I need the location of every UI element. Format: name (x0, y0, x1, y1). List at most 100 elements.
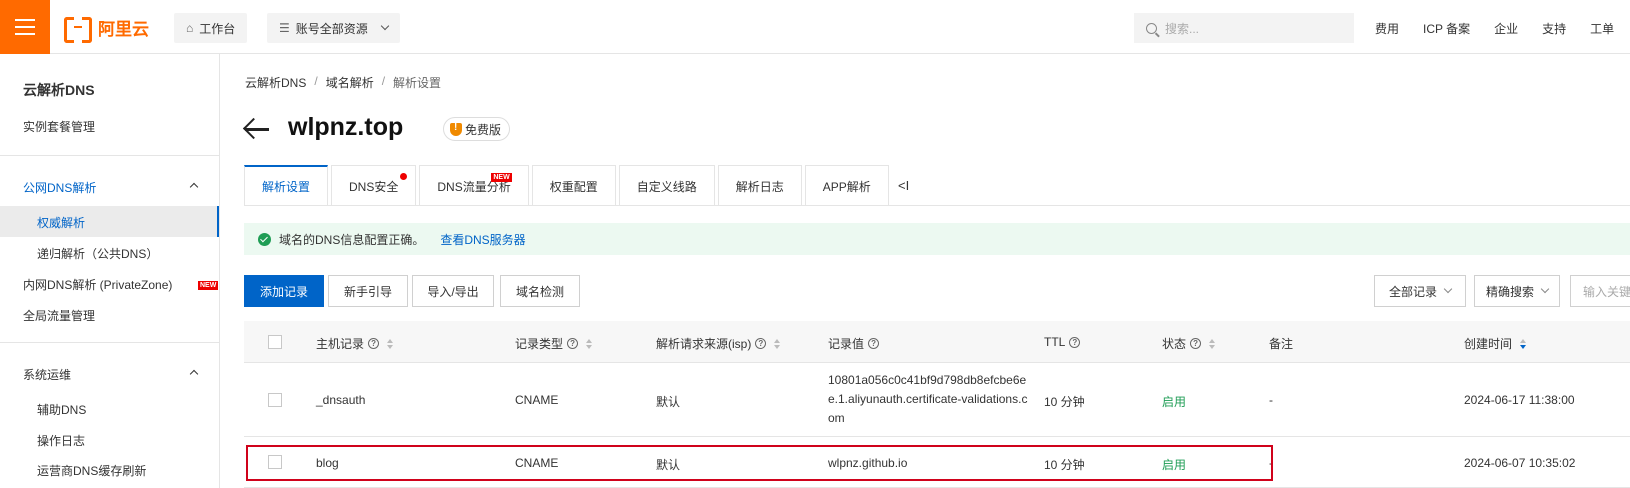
sidebar-group-ops[interactable]: 系统运维 (23, 366, 71, 383)
sidebar-item-isp-refresh[interactable]: 运营商DNS缓存刷新 (37, 462, 146, 479)
th-label: TTL (1044, 335, 1066, 349)
chevron-up-icon[interactable] (189, 182, 199, 192)
th-label: 创建时间 (1464, 337, 1513, 351)
cell-isp: 默认 (656, 458, 681, 472)
workbench-button[interactable]: ⌂ 工作台 (174, 13, 248, 43)
keyword-placeholder: 输入关键 (1583, 284, 1630, 299)
sort-icon[interactable] (586, 338, 593, 349)
check-circle-icon (258, 232, 271, 246)
th-value: 记录值? (828, 335, 880, 352)
tab-dns-traffic[interactable]: DNS流量分析 NEW (419, 165, 529, 206)
help-icon[interactable]: ? (368, 338, 380, 349)
tab-custom-line[interactable]: 自定义线路 (618, 165, 715, 206)
help-icon[interactable]: ? (868, 338, 880, 349)
top-link-ticket[interactable]: 工单 (1590, 20, 1614, 37)
page-title: wlpnz.top (288, 113, 404, 141)
view-dns-servers-link[interactable]: 查看DNS服务器 (440, 231, 525, 248)
th-label: 备注 (1269, 337, 1294, 351)
domain-check-button[interactable]: 域名检测 (500, 275, 580, 307)
cell-type: CNAME (515, 393, 559, 407)
cell-type: CNAME (515, 456, 559, 470)
aliyun-logo[interactable]: 阿里云 (64, 16, 149, 43)
help-icon[interactable]: ? (567, 338, 579, 349)
sidebar-active-highlight (0, 206, 219, 237)
hamburger-menu-icon[interactable] (0, 0, 50, 54)
top-link-enterprise[interactable]: 企业 (1494, 20, 1518, 37)
top-link-billing[interactable]: 费用 (1375, 20, 1399, 37)
sidebar-item-global-traffic[interactable]: 全局流量管理 (23, 307, 95, 324)
back-arrow-icon[interactable] (244, 116, 270, 142)
tab-label: 自定义线路 (636, 179, 697, 194)
sort-icon[interactable] (1520, 338, 1527, 349)
logo-text: 阿里云 (98, 19, 149, 39)
keyword-search-input[interactable]: 输入关键 (1570, 275, 1630, 307)
sidebar-item-private-zone[interactable]: 内网DNS解析 (PrivateZone) (23, 276, 172, 293)
cell-created: 2024-06-07 10:35:02 (1464, 456, 1576, 470)
cell-value: wlpnz.github.io (828, 456, 908, 470)
th-label: 记录值 (828, 337, 865, 351)
tab-dns-security[interactable]: DNS安全 (331, 165, 417, 206)
breadcrumb-item[interactable]: 云解析DNS (245, 74, 306, 91)
th-type[interactable]: 记录类型? (515, 335, 593, 352)
cell-value: 10801a056c0c41bf9d798db8efcbe6ee.1.aliyu… (828, 373, 1028, 425)
th-created[interactable]: 创建时间 (1464, 335, 1527, 352)
sidebar-item-aux-dns[interactable]: 辅助DNS (37, 401, 86, 418)
sidebar-item-authoritative[interactable]: 权威解析 (37, 214, 85, 231)
th-status[interactable]: 状态? (1162, 335, 1216, 352)
select-all-checkbox[interactable] (268, 335, 282, 349)
new-badge: NEW (491, 173, 512, 182)
tab-label: 解析日志 (735, 179, 784, 194)
top-navigation-bar: 阿里云 ⌂ 工作台 ☰ 账号全部资源 搜索... 费用 ICP 备案 企业 支持… (0, 0, 1630, 54)
sidebar-group-public-dns[interactable]: 公网DNS解析 (23, 179, 96, 196)
sidebar-item-recursive[interactable]: 递归解析（公共DNS） (37, 245, 158, 262)
global-search-input[interactable]: 搜索... (1134, 13, 1354, 43)
add-record-button[interactable]: 添加记录 (244, 275, 324, 307)
alert-text: 域名的DNS信息配置正确。 (279, 232, 425, 247)
chevron-up-icon[interactable] (189, 369, 199, 379)
sidebar-item-instance[interactable]: 实例套餐管理 (23, 118, 95, 135)
tab-label: 权重配置 (549, 179, 598, 194)
th-isp[interactable]: 解析请求来源(isp)? (656, 335, 781, 352)
list-icon: ☰ (279, 21, 290, 35)
cell-created: 2024-06-17 11:38:00 (1464, 393, 1575, 407)
th-host[interactable]: 主机记录? (316, 335, 394, 352)
record-filter-dropdown[interactable]: 全部记录 (1374, 275, 1466, 307)
search-icon (1146, 22, 1157, 34)
guide-button[interactable]: 新手引导 (328, 275, 408, 307)
help-icon[interactable]: ? (1190, 338, 1202, 349)
breadcrumb-current: 解析设置 (393, 76, 442, 90)
th-label: 解析请求来源(isp) (656, 337, 752, 351)
import-export-button[interactable]: 导入/导出 (412, 275, 494, 307)
resources-dropdown[interactable]: ☰ 账号全部资源 (267, 13, 400, 43)
tab-log[interactable]: 解析日志 (717, 165, 802, 206)
breadcrumb-item[interactable]: 域名解析 (326, 74, 374, 91)
edition-label: 免费版 (465, 122, 502, 137)
cell-status: 启用 (1162, 395, 1187, 409)
sidebar-item-op-log[interactable]: 操作日志 (37, 432, 85, 449)
top-link-icp[interactable]: ICP 备案 (1423, 20, 1470, 37)
tab-dns-settings[interactable]: 解析设置 (244, 165, 329, 206)
tab-label: DNS安全 (349, 179, 399, 194)
precise-search-dropdown[interactable]: 精确搜索 (1474, 275, 1560, 307)
tab-app[interactable]: APP解析 (804, 165, 889, 206)
tab-collapse-icon[interactable]: <I (898, 178, 909, 193)
breadcrumb-separator: / (381, 74, 386, 88)
precise-label: 精确搜索 (1485, 284, 1534, 299)
row-checkbox[interactable] (268, 455, 282, 469)
help-icon[interactable]: ? (1069, 336, 1081, 348)
chevron-down-icon (1443, 284, 1453, 294)
sort-icon[interactable] (1209, 338, 1216, 349)
table-row: blog CNAME 默认 wlpnz.github.io 10 分钟 启用 -… (244, 437, 1630, 488)
help-icon[interactable]: ? (755, 338, 767, 349)
sidebar-title: 云解析DNS (23, 82, 95, 98)
cell-status: 启用 (1162, 458, 1187, 472)
chevron-down-icon (380, 21, 390, 31)
top-link-support[interactable]: 支持 (1542, 20, 1566, 37)
sort-icon[interactable] (774, 338, 781, 349)
top-links: 费用 ICP 备案 企业 支持 工单 (1375, 20, 1630, 37)
row-checkbox[interactable] (268, 393, 282, 407)
sort-icon[interactable] (387, 338, 394, 349)
th-label: 主机记录 (316, 337, 365, 351)
tab-weight[interactable]: 权重配置 (531, 165, 616, 206)
notification-dot (400, 173, 408, 180)
